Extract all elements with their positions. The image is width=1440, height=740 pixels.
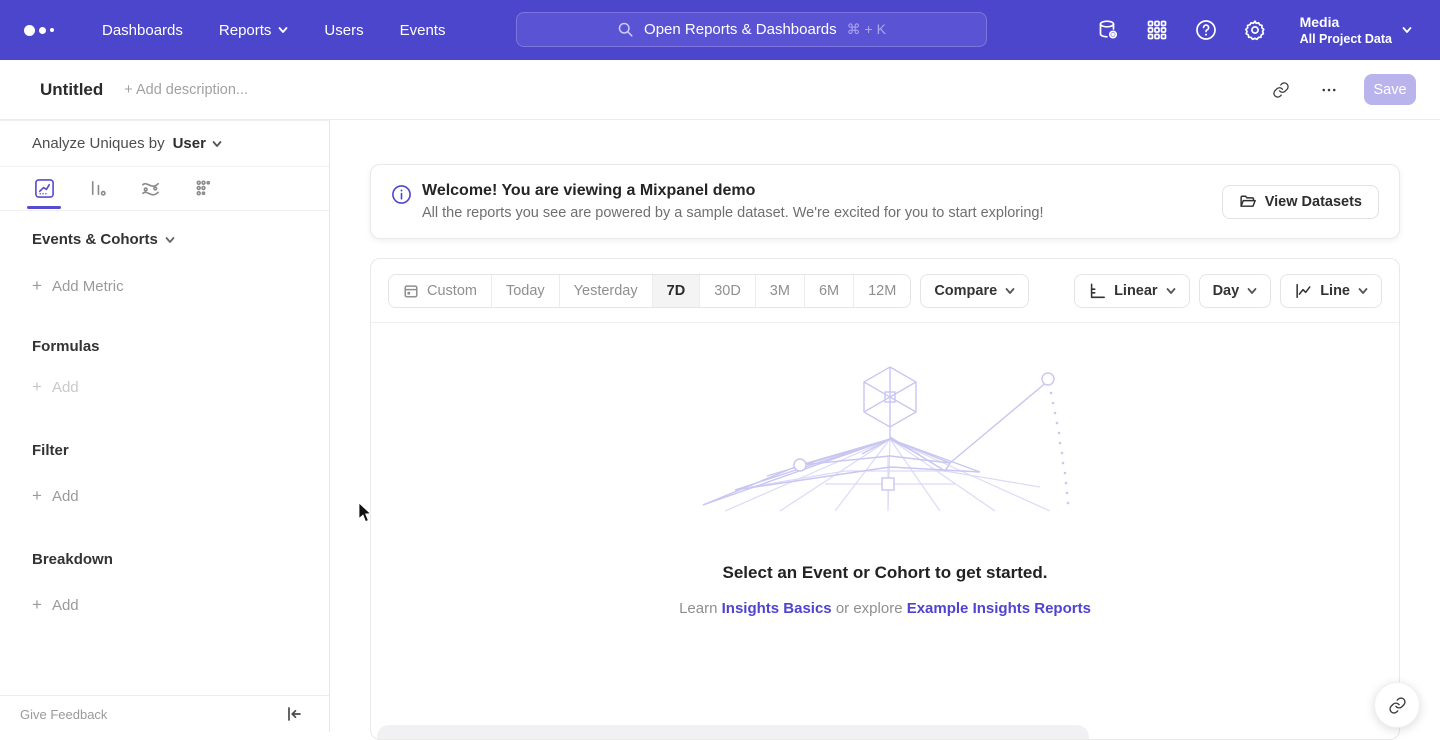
empty-state-illustration: [695, 359, 1075, 517]
search-shortcut: ⌘ + K: [847, 21, 886, 38]
folder-icon: [1239, 193, 1256, 210]
plus-icon: +: [32, 595, 42, 615]
help-icon[interactable]: [1194, 18, 1218, 42]
axis-scale-icon: [1088, 282, 1106, 300]
empty-state-title: Select an Event or Cohort to get started…: [371, 563, 1399, 583]
interval-day-button[interactable]: Day: [1199, 274, 1272, 308]
compare-button[interactable]: Compare: [920, 274, 1029, 308]
search-placeholder: Open Reports & Dashboards: [644, 21, 837, 38]
plus-icon: +: [32, 276, 42, 296]
chart-type-line-button[interactable]: Line: [1280, 274, 1382, 308]
range-custom[interactable]: Custom: [389, 275, 492, 307]
range-12m[interactable]: 12M: [854, 275, 910, 307]
plus-icon: +: [32, 486, 42, 506]
empty-state-links: Learn Insights Basics or explore Example…: [371, 600, 1399, 617]
tab-insights-line[interactable]: [30, 169, 58, 209]
chart-toolbar: Custom Today Yesterday 7D 30D 3M 6M 12M …: [371, 259, 1399, 323]
more-options-icon[interactable]: [1312, 73, 1346, 107]
filter-section-header: Filter: [32, 442, 329, 459]
empty-state: Select an Event or Cohort to get started…: [371, 359, 1399, 617]
demo-welcome-banner: Welcome! You are viewing a Mixpanel demo…: [370, 164, 1400, 239]
add-formula-button[interactable]: + Add: [32, 377, 329, 397]
banner-title: Welcome! You are viewing a Mixpanel demo: [422, 182, 1044, 200]
line-chart-icon: [1294, 282, 1312, 300]
banner-subtitle: All the reports you see are powered by a…: [422, 205, 1044, 221]
nav-events[interactable]: Events: [400, 22, 446, 39]
nav-users[interactable]: Users: [324, 22, 363, 39]
plus-icon: +: [32, 377, 42, 397]
analyze-by-dropdown[interactable]: User: [173, 135, 222, 152]
insights-basics-link[interactable]: Insights Basics: [722, 600, 832, 617]
report-header: Untitled + Add description... Save: [0, 60, 1440, 120]
data-management-icon[interactable]: [1096, 18, 1120, 42]
project-data-scope: All Project Data: [1300, 31, 1392, 47]
query-builder-sidebar: Analyze Uniques by User: [0, 120, 330, 732]
add-filter-button[interactable]: + Add: [32, 486, 329, 506]
tab-bar-chart[interactable]: [83, 169, 111, 209]
chevron-down-icon: [212, 139, 222, 149]
scale-linear-button[interactable]: Linear: [1074, 274, 1190, 308]
report-title[interactable]: Untitled: [40, 80, 103, 100]
range-30d[interactable]: 30D: [700, 275, 756, 307]
chevron-down-icon: [1358, 286, 1368, 296]
next-section-top-edge: [377, 725, 1089, 739]
range-6m[interactable]: 6M: [805, 275, 854, 307]
chevron-down-icon: [1247, 286, 1257, 296]
share-link-floating-button[interactable]: [1374, 682, 1420, 728]
range-yesterday[interactable]: Yesterday: [560, 275, 653, 307]
chevron-down-icon: [1166, 286, 1176, 296]
link-icon: [1388, 696, 1407, 715]
range-today[interactable]: Today: [492, 275, 560, 307]
collapse-sidebar-icon[interactable]: [285, 705, 303, 723]
apps-grid-icon[interactable]: [1145, 18, 1169, 42]
copy-link-icon[interactable]: [1264, 73, 1298, 107]
project-name: Media: [1300, 14, 1392, 31]
info-icon: [391, 184, 412, 205]
breakdown-section-header: Breakdown: [32, 551, 329, 568]
calendar-icon: [403, 283, 419, 299]
add-description-field[interactable]: + Add description...: [124, 82, 248, 98]
add-metric-button[interactable]: + Add Metric: [32, 276, 329, 296]
mixpanel-logo-icon[interactable]: [24, 25, 70, 36]
search-icon: [617, 21, 634, 38]
top-nav: Dashboards Reports Users Events Open Rep…: [0, 0, 1440, 60]
insights-report-card: Custom Today Yesterday 7D 30D 3M 6M 12M …: [370, 258, 1400, 740]
nav-reports[interactable]: Reports: [219, 22, 289, 39]
chevron-down-icon: [1005, 286, 1015, 296]
chart-type-tabs: [0, 167, 329, 211]
settings-gear-icon[interactable]: [1243, 18, 1267, 42]
analyze-uniques-label: Analyze Uniques by: [32, 135, 165, 152]
tab-retention-grid[interactable]: [189, 169, 217, 209]
chevron-down-icon: [165, 235, 175, 245]
global-search-input[interactable]: Open Reports & Dashboards ⌘ + K: [516, 12, 987, 47]
example-insights-reports-link[interactable]: Example Insights Reports: [907, 600, 1091, 617]
view-datasets-button[interactable]: View Datasets: [1222, 185, 1379, 219]
formulas-section-header: Formulas: [32, 338, 329, 355]
main-content: Welcome! You are viewing a Mixpanel demo…: [330, 120, 1440, 732]
project-selector[interactable]: Media All Project Data: [1300, 14, 1412, 47]
save-button[interactable]: Save: [1364, 74, 1416, 105]
date-range-selector: Custom Today Yesterday 7D 30D 3M 6M 12M: [388, 274, 911, 308]
give-feedback-link[interactable]: Give Feedback: [20, 707, 107, 722]
tab-flows[interactable]: [136, 169, 164, 209]
range-7d-selected[interactable]: 7D: [653, 275, 701, 307]
chevron-down-icon: [278, 25, 288, 35]
events-cohorts-section-header[interactable]: Events & Cohorts: [32, 231, 329, 248]
range-3m[interactable]: 3M: [756, 275, 805, 307]
nav-dashboards[interactable]: Dashboards: [102, 22, 183, 39]
add-breakdown-button[interactable]: + Add: [32, 595, 329, 615]
chevron-down-icon: [1402, 25, 1412, 35]
